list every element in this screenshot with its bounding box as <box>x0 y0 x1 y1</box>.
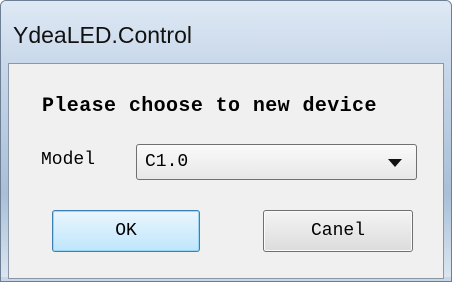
model-select[interactable]: C1.0 <box>136 144 417 180</box>
model-label: Model <box>41 150 96 170</box>
chevron-down-icon[interactable] <box>388 159 402 167</box>
dialog-content: Please choose to new device Model C1.0 O… <box>8 63 444 279</box>
cancel-button[interactable]: Canel <box>263 210 413 252</box>
window-frame-left <box>1 63 8 281</box>
window-frame-right <box>444 63 451 281</box>
ok-button[interactable]: OK <box>52 210 200 252</box>
model-select-value: C1.0 <box>145 152 189 172</box>
title-bar[interactable]: YdeaLED.Control <box>1 1 451 63</box>
dialog-heading: Please choose to new device <box>42 95 377 118</box>
dialog-window: YdeaLED.Control Please choose to new dev… <box>0 0 452 282</box>
window-title: YdeaLED.Control <box>13 22 192 48</box>
